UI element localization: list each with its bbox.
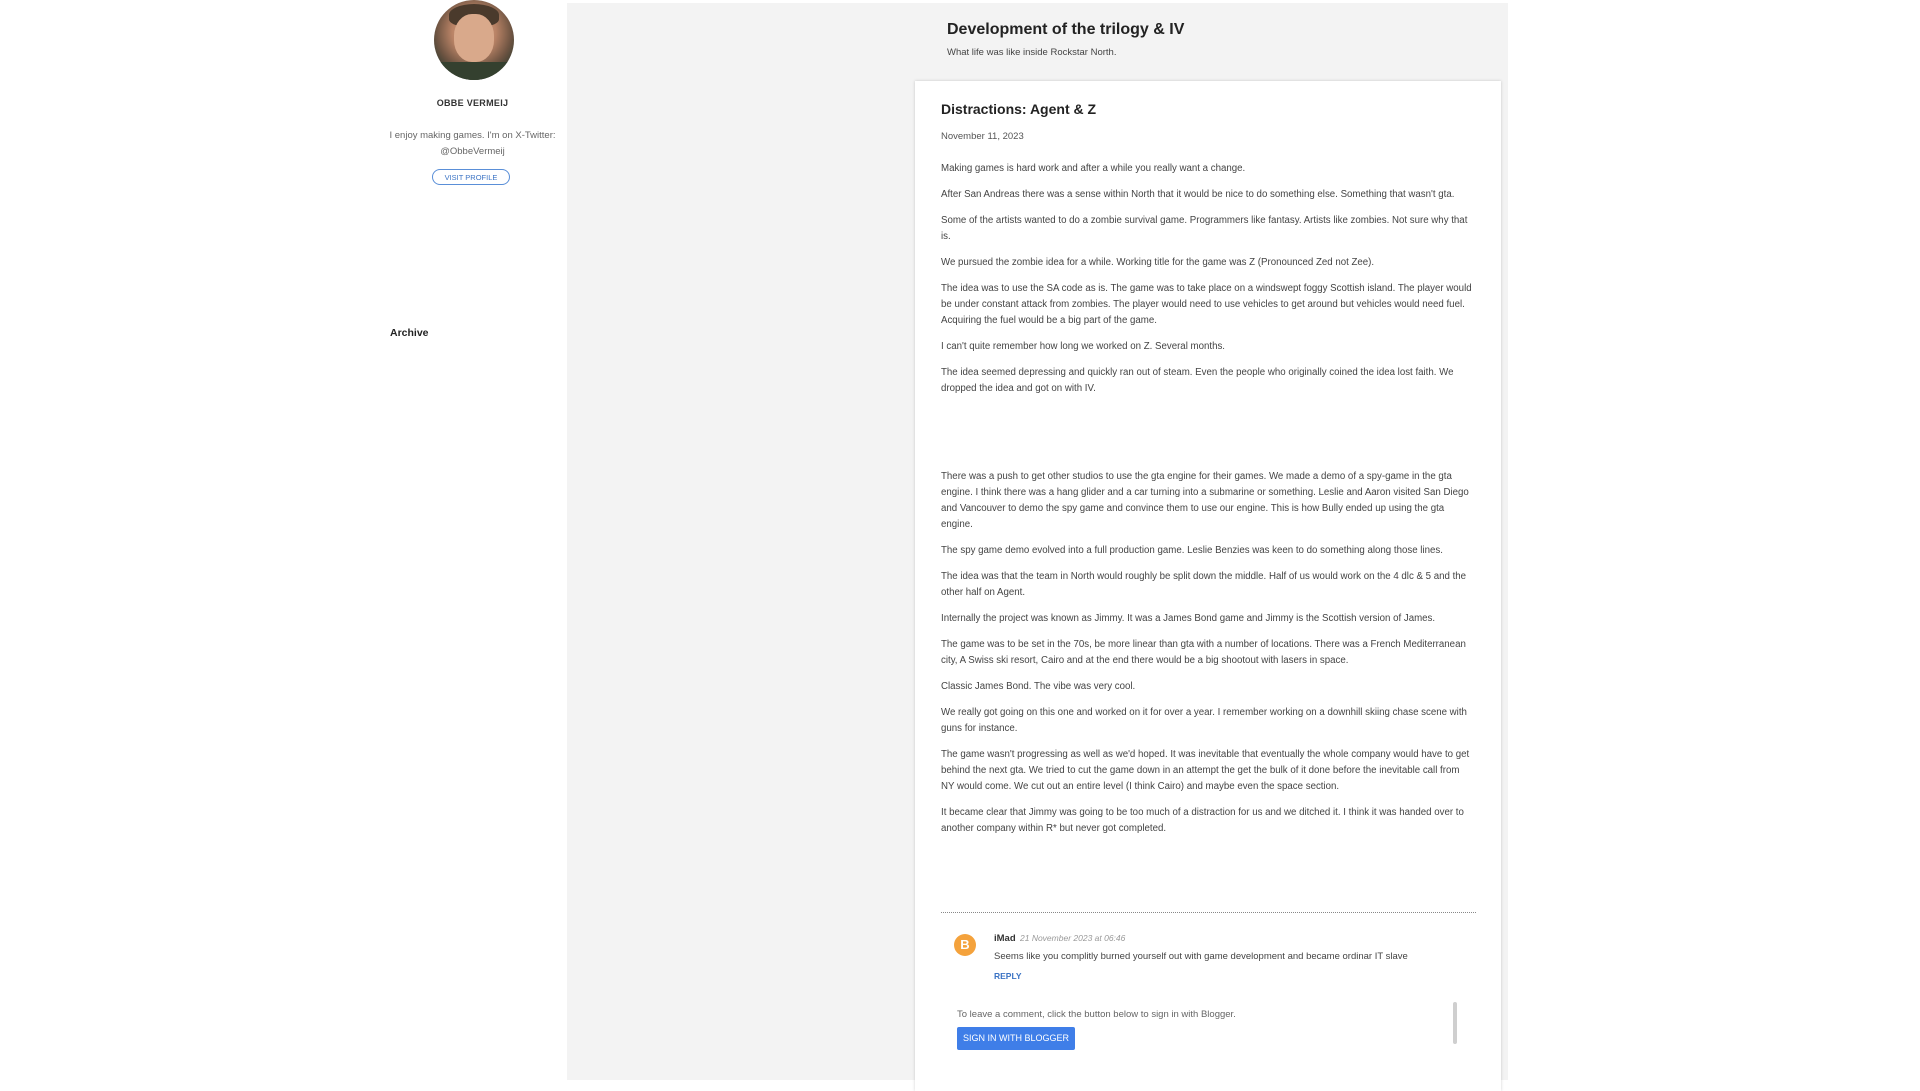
- post-paragraph: Classic James Bond. The vibe was very co…: [941, 681, 1136, 692]
- comments-divider: [941, 912, 1476, 913]
- post-paragraph: We pursued the zombie idea for a while. …: [941, 257, 1375, 268]
- post-paragraph: There was a push to get other studios to…: [941, 471, 1469, 530]
- post-paragraph: After San Andreas there was a sense with…: [941, 189, 1455, 200]
- post-body: Making games is hard work and after a wh…: [941, 161, 1473, 847]
- post-paragraph: The idea was to use the SA code as is. T…: [941, 283, 1472, 326]
- post-paragraph: The idea seemed depressing and quickly r…: [941, 367, 1454, 394]
- profile-twitter-handle: @ObbeVermeij: [440, 146, 505, 157]
- signin-note: To leave a comment, click the button bel…: [957, 1009, 1236, 1020]
- comment-author[interactable]: iMad: [994, 933, 1016, 944]
- post-paragraph: The game was to be set in the 70s, be mo…: [941, 639, 1466, 666]
- post-paragraph: It became clear that Jimmy was going to …: [941, 807, 1464, 834]
- blogger-icon: B: [954, 934, 976, 956]
- post-paragraph: The idea was that the team in North woul…: [941, 571, 1467, 598]
- post-paragraph: The spy game demo evolved into a full pr…: [941, 545, 1443, 556]
- visit-profile-button[interactable]: VISIT PROFILE: [432, 169, 510, 185]
- post-date: November 11, 2023: [941, 131, 1024, 142]
- main-column: Development of the trilogy & IV What lif…: [567, 3, 1508, 1091]
- comment-date[interactable]: 21 November 2023 at 06:46: [1020, 933, 1125, 943]
- profile-description-line: I enjoy making games. I'm on X-Twitter:: [389, 130, 556, 141]
- profile-description: I enjoy making games. I'm on X-Twitter: …: [375, 128, 570, 160]
- profile-name: OBBE VERMEIJ: [436, 98, 509, 108]
- post-paragraph: We really got going on this one and work…: [941, 707, 1467, 734]
- archive-heading: Archive: [390, 327, 429, 339]
- profile-avatar[interactable]: [434, 0, 514, 80]
- comment-frame-scrollbar[interactable]: [1453, 1002, 1457, 1044]
- blog-description: What life was like inside Rockstar North…: [947, 47, 1117, 58]
- post-paragraph: Some of the artists wanted to do a zombi…: [941, 215, 1468, 242]
- profile-sidebar: OBBE VERMEIJ I enjoy making games. I'm o…: [375, 0, 565, 1080]
- sign-in-with-blogger-button[interactable]: SIGN IN WITH BLOGGER: [957, 1027, 1075, 1050]
- blog-title[interactable]: Development of the trilogy & IV: [947, 21, 1184, 39]
- post-card: Distractions: Agent & Z November 11, 202…: [915, 81, 1501, 1091]
- post-paragraph: I can't quite remember how long we worke…: [941, 341, 1225, 352]
- comment-text: Seems like you complitly burned yourself…: [994, 951, 1408, 962]
- post-title: Distractions: Agent & Z: [941, 101, 1097, 117]
- reply-link[interactable]: REPLY: [994, 971, 1022, 981]
- post-paragraph: Making games is hard work and after a wh…: [941, 163, 1246, 174]
- post-paragraph: Internally the project was known as Jimm…: [941, 613, 1436, 624]
- post-spacer: [941, 407, 1473, 469]
- post-paragraph: The game wasn't progressing as well as w…: [941, 749, 1470, 792]
